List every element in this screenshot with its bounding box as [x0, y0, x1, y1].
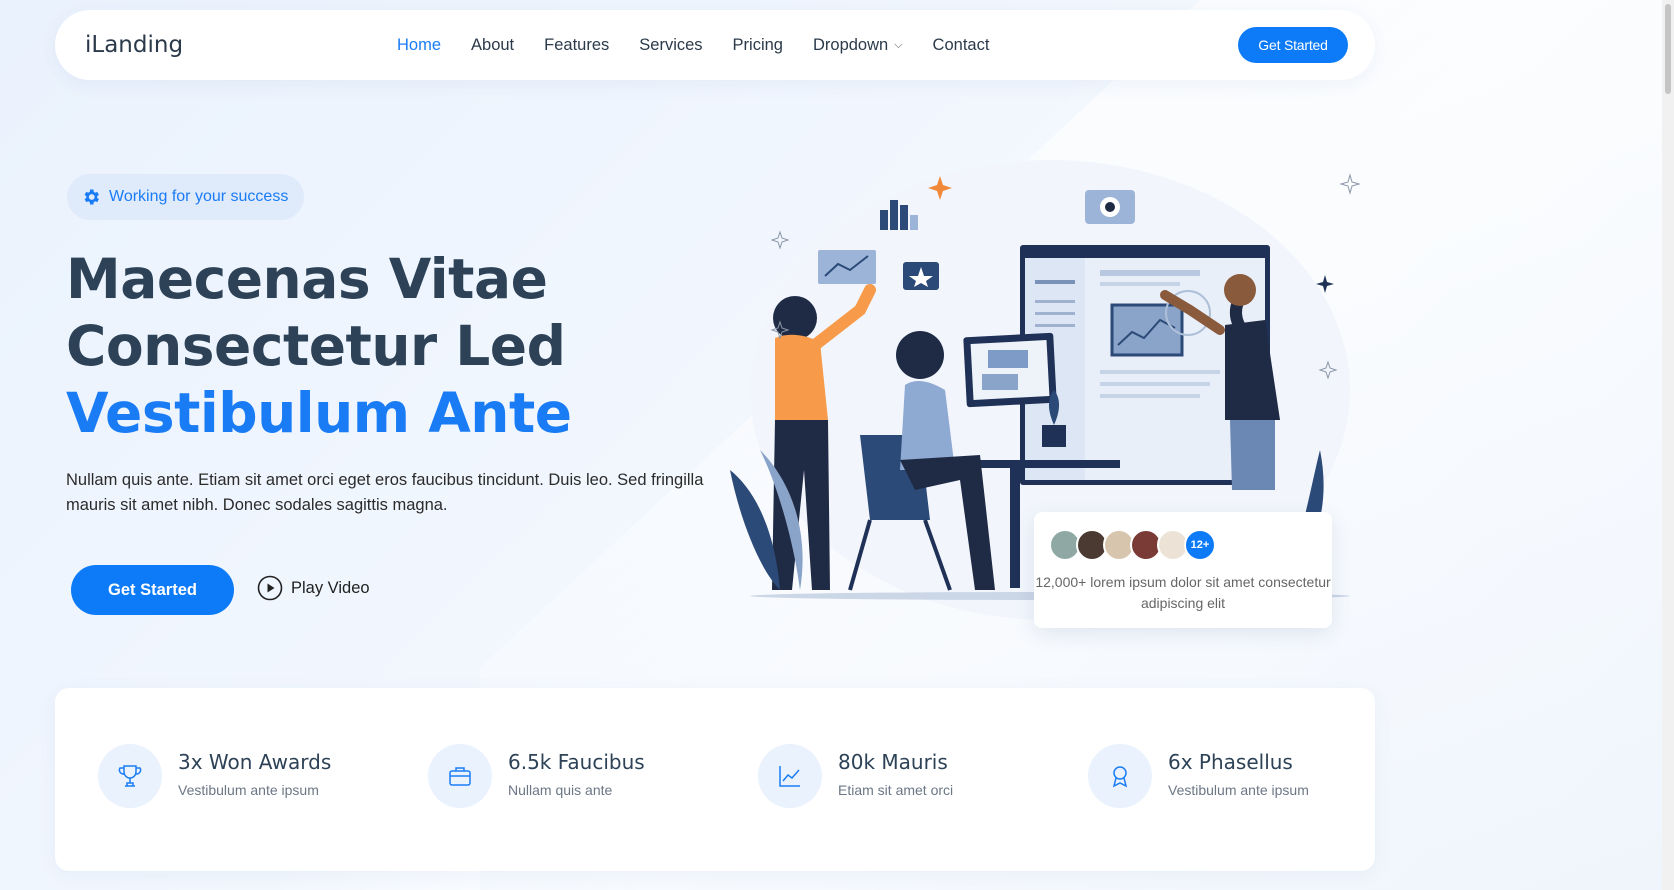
stat-subtitle: Nullam quis ante [508, 782, 613, 798]
stat-item: 80k Mauris Etiam sit amet orci [758, 744, 953, 808]
hero-get-started-button[interactable]: Get Started [71, 565, 234, 615]
nav-pricing[interactable]: Pricing [733, 36, 783, 55]
nav-services[interactable]: Services [639, 36, 702, 55]
nav-dropdown-label: Dropdown [812, 35, 889, 54]
hero-title: Maecenas Vitae Consectetur Led Vestibulu… [66, 246, 572, 447]
hero-badge: Working for your success [67, 174, 305, 220]
briefcase-icon [449, 767, 471, 786]
hero-title-line-1: Maecenas Vitae [66, 247, 548, 311]
play-circle-icon [257, 575, 283, 601]
stat-icon-circle [428, 744, 492, 808]
stat-subtitle: Etiam sit amet orci [838, 782, 954, 798]
nav-about[interactable]: About [471, 36, 514, 55]
stat-icon-circle [1088, 744, 1152, 808]
more-avatars-badge: 12+ [1184, 529, 1216, 561]
page-scrollbar[interactable] [1662, 0, 1674, 890]
stat-icon-circle [98, 744, 162, 808]
stat-item: 3x Won Awards Vestibulum ante ipsum [98, 744, 331, 808]
nav-home[interactable]: Home [397, 36, 441, 55]
hero-badge-text: Working for your success [109, 188, 289, 205]
stat-title: 3x Won Awards [178, 750, 332, 774]
award-icon [1112, 766, 1128, 788]
stat-subtitle: Vestibulum ante ipsum [1168, 782, 1309, 798]
play-video-label: Play Video [291, 578, 370, 597]
avatar-group: 12+ [1049, 529, 1216, 561]
hero-description: Nullam quis ante. Etiam sit amet orci eg… [66, 471, 704, 514]
graph-up-icon [779, 766, 800, 787]
social-proof-card: 12+ 12,000+ lorem ipsum dolor sit amet c… [1034, 512, 1332, 628]
scrollbar-thumb[interactable] [1665, 4, 1671, 94]
stat-icon-circle [758, 744, 822, 808]
stat-title: 6x Phasellus [1168, 750, 1293, 774]
play-video-link[interactable]: Play Video [257, 575, 370, 601]
stats-panel: 3x Won Awards Vestibulum ante ipsum 6.5k… [55, 688, 1375, 871]
stat-title: 80k Mauris [838, 750, 948, 774]
nav-dropdown[interactable]: Dropdown ⌵ [813, 36, 903, 55]
stat-subtitle: Vestibulum ante ipsum [178, 782, 319, 798]
social-proof-text: 12,000+ lorem ipsum dolor sit amet conse… [1035, 574, 1331, 611]
header-get-started-button[interactable]: Get Started [1238, 27, 1348, 63]
nav-contact[interactable]: Contact [933, 36, 990, 55]
stat-item: 6.5k Faucibus Nullam quis ante [428, 744, 645, 808]
main-nav: Home About Features Services Pricing Dro… [397, 36, 1019, 55]
site-header: iLanding Home About Features Services Pr… [55, 10, 1375, 80]
nav-features[interactable]: Features [544, 36, 609, 55]
site-logo[interactable]: iLanding [85, 32, 183, 58]
stat-item: 6x Phasellus Vestibulum ante ipsum [1088, 744, 1309, 808]
gear-icon [84, 189, 99, 205]
chevron-down-icon: ⌵ [894, 38, 903, 51]
hero-title-line-3: Vestibulum Ante [66, 381, 572, 445]
hero-title-line-2: Consectetur Led [66, 314, 566, 378]
trophy-icon [118, 765, 142, 787]
stat-title: 6.5k Faucibus [508, 750, 645, 774]
